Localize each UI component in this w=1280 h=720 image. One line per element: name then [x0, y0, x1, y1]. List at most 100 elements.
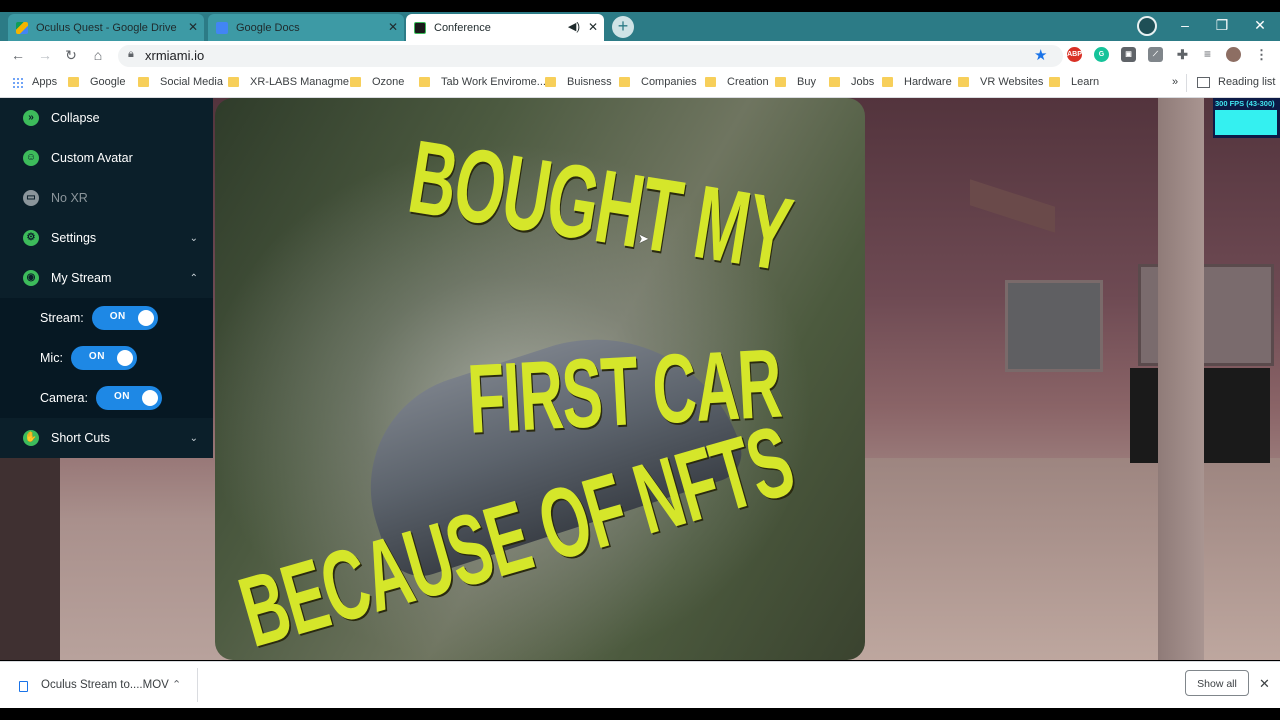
mic-toggle[interactable]: ON: [70, 346, 137, 370]
bookmark-folder[interactable]: Companies: [619, 76, 697, 88]
bookmark-label: Companies: [641, 76, 697, 88]
letterbox-bottom: [0, 708, 1280, 720]
toggle-label: Stream:: [40, 311, 84, 325]
puzzle-icon[interactable]: ✚: [1175, 47, 1190, 62]
sidebar-item-collapse[interactable]: » Collapse: [0, 98, 213, 138]
bookmark-folder[interactable]: Creation: [705, 76, 769, 88]
sidebar-item-settings[interactable]: ⚙ Settings ⌄: [0, 218, 213, 258]
reload-icon[interactable]: ↻: [62, 47, 80, 64]
camera-toggle[interactable]: ON: [95, 386, 162, 410]
folder-icon: [705, 77, 716, 87]
stream-toggle[interactable]: ON: [91, 306, 158, 330]
avatar[interactable]: [1226, 47, 1241, 62]
bookmark-folder[interactable]: Hardware: [882, 76, 952, 88]
speaker-icon[interactable]: ◀): [568, 20, 580, 33]
tab-google-drive[interactable]: Oculus Quest - Google Drive ✕: [8, 14, 204, 41]
download-item[interactable]: Oculus Stream to....MOV: [41, 679, 169, 691]
media-control-icon[interactable]: ≡: [1200, 47, 1215, 62]
download-shelf: [0, 661, 1280, 709]
show-all-button[interactable]: Show all: [1185, 670, 1249, 696]
stream-icon: ◉: [23, 270, 39, 286]
bookmark-folder[interactable]: XR-LABS Managme...: [228, 76, 358, 88]
url-text[interactable]: xrmiami.io: [145, 48, 204, 63]
shortcut-icon: ✋: [23, 430, 39, 446]
bookmark-label: Tab Work Envirome...: [441, 76, 546, 88]
home-icon[interactable]: ⌂: [89, 47, 107, 63]
lock-icon[interactable]: 🔒︎: [128, 48, 134, 61]
folder-icon: [619, 77, 630, 87]
folder-icon: [958, 77, 969, 87]
bookmark-label: Buy: [797, 76, 816, 88]
close-icon[interactable]: ✕: [188, 20, 198, 34]
sidebar-item-label: My Stream: [51, 271, 112, 285]
new-tab-button[interactable]: +: [612, 16, 634, 38]
stream-row: Stream: ON: [0, 298, 213, 338]
close-icon[interactable]: ✕: [588, 20, 598, 34]
reading-list-icon: [1197, 76, 1210, 88]
tab-label: Google Docs: [236, 21, 300, 34]
bookmark-label: Apps: [32, 76, 58, 88]
profile-menu-icon[interactable]: [1137, 16, 1157, 36]
reading-list-button[interactable]: Reading list: [1197, 76, 1275, 88]
bookmarks-overflow-button[interactable]: »: [1172, 76, 1178, 88]
bookmark-folder[interactable]: Learn: [1049, 76, 1099, 88]
bookmark-folder[interactable]: Google: [68, 76, 125, 88]
tab-conference[interactable]: Conference ◀) ✕: [406, 14, 604, 41]
grammarly-icon[interactable]: G: [1094, 47, 1109, 62]
kebab-menu-icon[interactable]: ⋮: [1254, 47, 1269, 62]
bookmark-apps[interactable]: Apps: [12, 76, 57, 88]
stream-controls-panel: Stream: ON Mic: ON Camera: ON: [0, 298, 213, 418]
folder-icon: [350, 77, 361, 87]
sidebar-item-no-xr[interactable]: ▭ No XR: [0, 178, 213, 218]
minimize-button[interactable]: –: [1165, 12, 1205, 38]
sidebar-item-label: Collapse: [51, 111, 100, 125]
bookmark-label: Buisness: [567, 76, 612, 88]
window-close-button[interactable]: ✕: [1240, 12, 1280, 38]
toggle-knob: [116, 350, 133, 366]
tab-label: Oculus Quest - Google Drive: [36, 21, 177, 34]
toggle-knob: [137, 310, 154, 326]
toggle-state: ON: [88, 351, 105, 362]
address-bar[interactable]: [118, 45, 1063, 67]
bookmark-star-icon[interactable]: ★: [1034, 46, 1047, 64]
sidebar-item-custom-avatar[interactable]: ☺ Custom Avatar: [0, 138, 213, 178]
adblock-icon[interactable]: ABP: [1067, 47, 1082, 62]
chevron-up-icon[interactable]: ⌃: [172, 678, 181, 691]
bookmark-folder[interactable]: Social Media: [138, 76, 223, 88]
mic-row: Mic: ON: [0, 338, 213, 378]
tab-label: Conference: [434, 21, 491, 34]
close-icon[interactable]: ✕: [1259, 676, 1270, 692]
sidebar-item-label: No XR: [51, 191, 88, 205]
tab-google-docs[interactable]: Google Docs ✕: [208, 14, 404, 41]
separator: [197, 668, 198, 702]
bookmark-folder[interactable]: Ozone: [350, 76, 404, 88]
folder-icon: [1049, 77, 1060, 87]
bookmark-folder[interactable]: Jobs: [829, 76, 874, 88]
sidebar-item-short-cuts[interactable]: ✋ Short Cuts ⌄: [0, 418, 213, 458]
bookmark-folder[interactable]: Buisness: [545, 76, 612, 88]
conference-favicon-icon: [414, 22, 426, 34]
back-icon[interactable]: ←: [9, 47, 27, 63]
maximize-button[interactable]: ❐: [1202, 12, 1242, 38]
toggle-state: ON: [113, 391, 130, 402]
bookmark-folder[interactable]: VR Websites: [958, 76, 1043, 88]
sidebar-item-label: Custom Avatar: [51, 151, 133, 165]
bookmark-label: Social Media: [160, 76, 223, 88]
chevron-down-icon: ⌄: [189, 432, 198, 444]
vr-scene-viewport[interactable]: BOUGHT MY FIRST CAR BECAUSE OF NFTS ➤ 30…: [0, 98, 1280, 660]
sidebar-item-my-stream[interactable]: ◉ My Stream ⌃: [0, 258, 213, 298]
close-icon[interactable]: ✕: [388, 20, 398, 34]
bookmark-label: Jobs: [851, 76, 875, 88]
extension-icon[interactable]: ⟋: [1148, 47, 1163, 62]
extension-icon[interactable]: ▣: [1121, 47, 1136, 62]
chevron-up-icon: ⌃: [189, 272, 198, 284]
google-drive-icon: [16, 22, 28, 34]
fps-stats-widget[interactable]: 300 FPS (43-300): [1213, 98, 1280, 138]
bookmark-label: Hardware: [904, 76, 952, 88]
bookmark-folder[interactable]: Tab Work Envirome...: [419, 76, 546, 88]
bookmarks-bar: Apps Google Social Media XR-LABS Managme…: [0, 71, 1280, 98]
folder-icon: [228, 77, 239, 87]
separator: [1186, 74, 1187, 92]
bookmark-folder[interactable]: Buy: [775, 76, 816, 88]
forward-icon[interactable]: →: [36, 47, 54, 63]
